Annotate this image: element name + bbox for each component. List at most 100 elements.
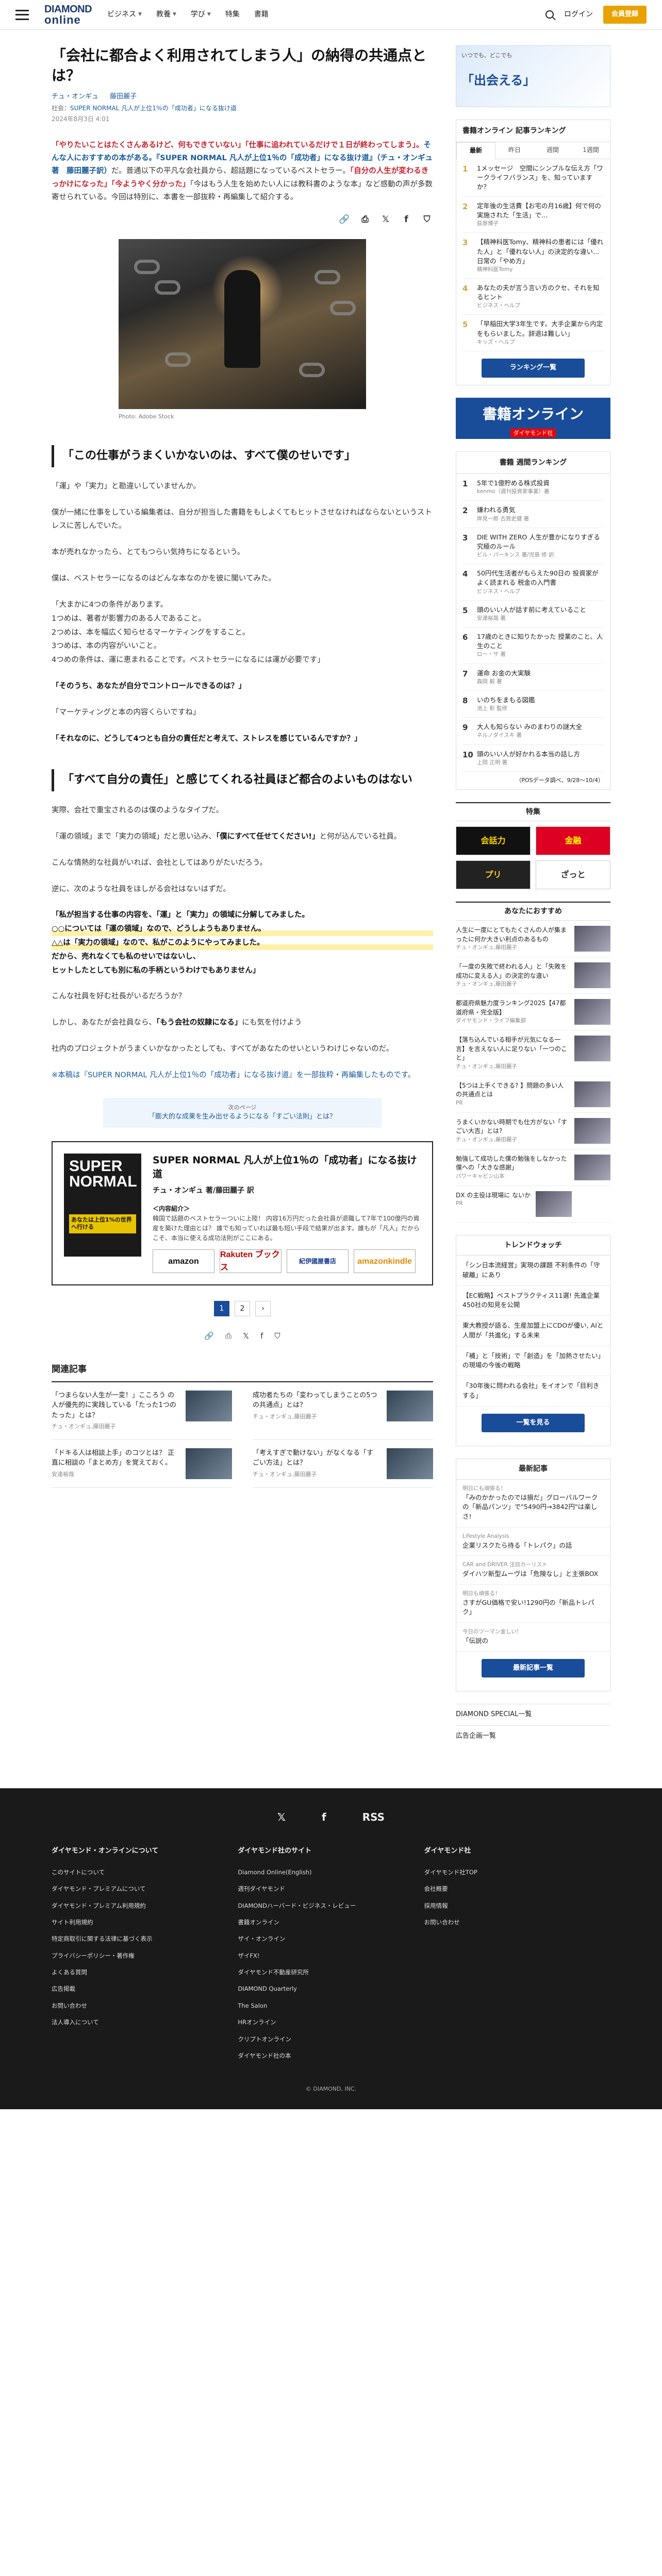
link-copy-icon[interactable]: 🔗 [204,1330,214,1342]
related-item[interactable]: 「ドキる人は相談上手」のコツとは？ 正直に相談の「まとめ方」を覚えておく。 安達裕… [52,1440,232,1488]
x-share-icon[interactable]: 𝕏 [243,1330,249,1342]
trend-more-button[interactable]: 一覧を見る [482,1413,585,1433]
footer-link[interactable]: 会社概要 [424,1880,595,1897]
footer-link[interactable]: Diamond Online(English) [238,1864,408,1880]
related-item[interactable]: 成功者たちの「変わってしまうことの5つの共通点」とは？ チュ・オンギュ,藤田麗子 [253,1382,433,1440]
ranking-more-button[interactable]: ランキング一覧 [482,358,585,378]
footer-link[interactable]: ザイ・オンライン [238,1930,408,1947]
facebook-share-icon[interactable]: f [400,213,412,226]
book-ranking-item[interactable]: 8 いのちをまもる図鑑 池上 彰 監修 [462,691,604,718]
trend-item[interactable]: 「シン日本流経営」実現の課題 不利条件の「守破離」にあり [456,1256,610,1286]
recommend-item[interactable]: 人生に一度にとてもたくさんの人が集まったに何か大きい利点のあるもの チュ・オンギュ… [456,921,610,958]
book-online-banner[interactable]: 書籍オンライン ダイヤモンド社 [456,397,610,439]
recommend-item[interactable]: うまくいかない時期でも仕方がない「すごい大吉」とは? チュ・オンギュ,藤田麗子 [456,1113,610,1149]
book-ranking-item[interactable]: 9 大人も知らない みのまわりの謎大全 ネルノダイスキ 著 [462,718,604,745]
tab-latest[interactable]: 最新 [456,142,495,159]
ranking-item[interactable]: 2 定年後の生活費【お宅の月16歳】何で何の実施された「生活」で… 荻原博子 [462,197,604,233]
latest-item[interactable]: CAR and DRIVER 注目カーリスト ダイハツ新型ムーヴは「危険なし」と主… [456,1556,610,1585]
facebook-icon[interactable]: f [322,1809,326,1825]
rakuten-button[interactable]: Rakuten ブックス [220,1249,282,1274]
footer-link[interactable]: このサイトについて [52,1864,222,1880]
footer-link[interactable]: お問い合わせ [52,1997,222,2014]
feature-banner[interactable]: ざっと [536,860,610,889]
tab-weekly[interactable]: 週間 [534,142,572,159]
hamburger-menu-icon[interactable] [15,9,29,20]
trend-item[interactable]: 「補」と「技術」で「創造」を「加熱させたい」の現場の今後の戦略 [456,1346,610,1377]
book-ranking-item[interactable]: 3 DIE WITH ZERO 人生が豊かになりすぎる究極のルール ビル・パーキンス… [462,528,604,565]
next-page-link[interactable]: 次のページ 「膨大的な成果を生み出せるようになる「すごい法則」とは？ [103,1097,382,1128]
page-1[interactable]: 1 [214,1301,229,1317]
latest-item[interactable]: 明日にも頑張る！ 「みのかかったのでは損だ」グローバルワークの「新品パンツ」で"5… [456,1480,610,1528]
footer-link[interactable]: ダイヤモンド不動産研究所 [238,1964,408,1980]
ranking-item[interactable]: 5 「早稲田大学3年生です。大手企業から内定をもらいました。辞退は難しい」 キッズ・… [462,315,604,351]
tab-yesterday[interactable]: 昨日 [495,142,534,159]
trend-item[interactable]: 【EC戦略】ベストプラクティス11選! 先進企業450社の知見を公開 [456,1286,610,1316]
special-list-link[interactable]: DIAMOND SPECIAL一覧 [456,1704,610,1725]
kinokuniya-button[interactable]: 紀伊國屋書店 [287,1249,349,1274]
footer-link[interactable]: よくある質問 [52,1964,222,1980]
footer-link[interactable]: ダイヤモンド・プレミアムについて [52,1880,222,1897]
footer-link[interactable]: お問い合わせ [424,1914,595,1930]
kindle-button[interactable]: amazonkindle [354,1249,416,1274]
ad-banner[interactable]: いつでも、どこでも 「出会える」 [456,45,610,107]
footer-link[interactable]: 週刊ダイヤモンド [238,1880,408,1897]
footer-link[interactable]: HRオンライン [238,2014,408,2030]
latest-item[interactable]: Lifestyle Analysis 企業リスクたら待る「トレパク」の話 [456,1528,610,1556]
rss-icon[interactable]: RSS [362,1809,385,1825]
site-logo[interactable]: DIAMOND online [44,4,92,26]
footer-link[interactable]: DIAMOND Quarterly [238,1980,408,1997]
nav-item-learning[interactable]: 学び ▼ [191,9,211,20]
bookmark-icon[interactable]: ⛉ [274,1330,280,1342]
facebook-share-icon[interactable]: f [260,1330,263,1342]
recommend-item[interactable]: 【落ち込んでいる相手が元気になる一言】を言えない人に足りない「一つのこと」 チュ・… [456,1030,610,1076]
tab-1week[interactable]: 1週間 [572,142,610,159]
footer-link[interactable]: 採用情報 [424,1897,595,1914]
ranking-item[interactable]: 3 【精神科医Tomy、精神科の患者には「優れた人」と「優れない人」の決定的な違い… [462,233,604,279]
nav-item-books[interactable]: 書籍 [254,9,269,20]
recommend-item[interactable]: 都道府県魅力度ランキング2025【47都道府県・完全版】 ダイヤモンド・ライフ編集… [456,994,610,1031]
footer-link[interactable]: 書籍オンライン [238,1914,408,1930]
related-item[interactable]: 「つまらない人生が一変！」こころう の人が優先的に実践している「たった1つのたっ… [52,1382,232,1440]
bookmark-icon[interactable]: ⛉ [421,213,433,226]
nav-item-business[interactable]: ビジネス ▼ [107,9,142,20]
series-link[interactable]: SUPER NORMAL 凡人が上位1％の「成功者」になる抜け道 [70,105,237,112]
feature-banner[interactable]: 金融 [536,826,610,855]
footer-link[interactable]: ダイヤモンド・プレミアム利用規約 [52,1897,222,1914]
footer-link[interactable]: The Salon [238,1997,408,2014]
book-ranking-item[interactable]: 5 頭のいい人が話す前に考えていること 安達裕哉 著 [462,601,604,628]
ranking-item[interactable]: 4 あなたの夫が言う言い方のクセ、それを知るヒント ビジネス・ヘルプ [462,279,604,315]
feature-banner[interactable]: 会話力 [456,826,531,855]
print-icon[interactable]: ⎙ [359,213,371,226]
next-page-arrow[interactable]: › [255,1301,271,1317]
print-icon[interactable]: ⎙ [225,1330,231,1342]
latest-item[interactable]: 明日も頑張る！ さすがGU価格で安い!1290円の「新品トレパク」 [456,1585,610,1623]
footer-link[interactable]: ダイヤモンド社の本 [238,2047,408,2064]
book-ranking-item[interactable]: 4 50円代生活者がもらえた90日の 投資家がよく読まれる 税金の入門書 ビジネス・… [462,564,604,601]
x-icon[interactable]: 𝕏 [277,1809,286,1825]
footer-link[interactable]: 法人導入について [52,2014,222,2030]
trend-item[interactable]: 東大教授が語る、生産加盟上にCDOが優い, AIと人間が「共進化」する未来 [456,1316,610,1346]
amazon-button[interactable]: amazon [153,1249,214,1274]
footer-link[interactable]: プライバシーポリシー・著作権 [52,1947,222,1964]
recommend-item[interactable]: 「一度の失敗で終われる人」と「失敗を成功に変える人」の決定的な違い チュ・オンギュ… [456,957,610,994]
latest-more-button[interactable]: 最新記事一覧 [482,1658,585,1678]
footer-link[interactable]: クリプトオンライン [238,2031,408,2047]
x-share-icon[interactable]: 𝕏 [379,213,392,226]
recommend-item[interactable]: DX の主役は現場に ないか PR [456,1186,610,1223]
nav-item-culture[interactable]: 教養 ▼ [156,9,176,20]
book-ranking-item[interactable]: 7 運命 お金の大実験 森岡 毅 著 [462,664,604,691]
footer-link[interactable]: DIAMONDハーバード・ビジネス・レビュー [238,1897,408,1914]
member-register-button[interactable]: 会員登録 [603,6,647,24]
footer-link[interactable]: ザイFX! [238,1947,408,1964]
footer-link[interactable]: 広告掲載 [52,1980,222,1997]
search-icon[interactable] [545,10,554,19]
related-item[interactable]: 「考えすぎで動けない」がなくなる「すごい方法」とは？ チュ・オンギュ,藤田麗子 [253,1440,433,1488]
page-2[interactable]: 2 [235,1301,250,1317]
login-link[interactable]: ログイン [564,9,593,20]
nav-item-feature[interactable]: 特集 [225,9,240,20]
footer-link[interactable]: サイト利用規約 [52,1914,222,1930]
link-copy-icon[interactable]: 🔗 [338,213,351,226]
footer-link[interactable]: ダイヤモンド社TOP [424,1864,595,1880]
book-cover[interactable]: SUPER NORMAL あなたは上位1%の世界へ行ける [64,1154,141,1257]
book-ranking-item[interactable]: 10 頭のいい人が好かれる本当の話し方 上岡 正明 著 [462,745,604,772]
